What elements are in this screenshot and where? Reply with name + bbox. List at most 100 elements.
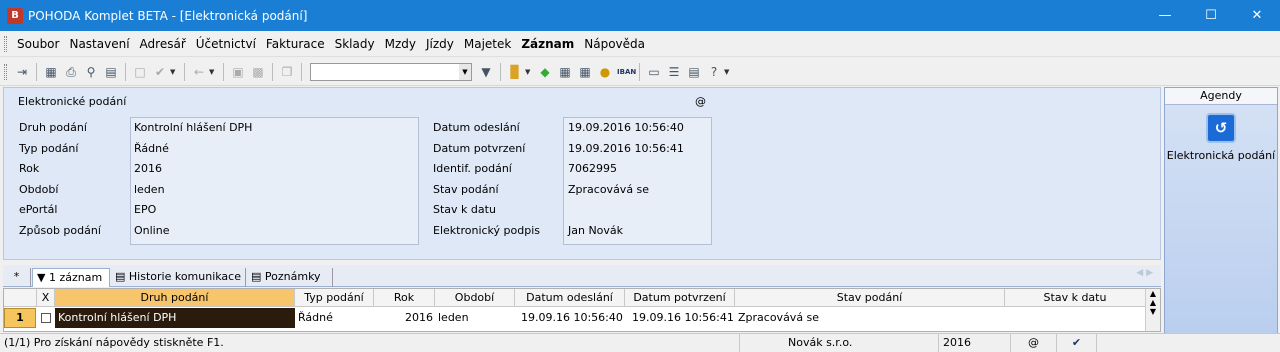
value-datum-odeslani[interactable]: 19.09.2016 10:56:40: [568, 121, 684, 134]
cell-stav-podani[interactable]: Zpracovává se: [738, 308, 819, 328]
agendy-item-label[interactable]: Elektronická podání: [1165, 149, 1277, 163]
menu-napoveda[interactable]: Nápověda: [579, 31, 650, 57]
note-icon[interactable]: ▤: [686, 64, 702, 80]
grid-header-corner: [4, 289, 37, 307]
iban-icon[interactable]: IBAN: [617, 64, 636, 80]
electronic-submission-icon[interactable]: ↺: [1206, 113, 1236, 143]
coins-icon[interactable]: ●: [597, 64, 613, 80]
help-dropdown-icon[interactable]: ▼: [724, 68, 732, 76]
grid-header-datum-odeslani[interactable]: Datum odeslání: [515, 289, 625, 307]
cell-datum-odeslani[interactable]: 19.09.16 10:56:40: [521, 308, 623, 328]
tab-records[interactable]: ▼ 1 záznam: [32, 268, 110, 287]
label-stav-k-datu: Stav k datu: [433, 203, 496, 216]
menu-mzdy[interactable]: Mzdy: [380, 31, 421, 57]
copy-icon[interactable]: ❐: [279, 64, 295, 80]
tab-history[interactable]: ▤ Historie komunikace: [111, 268, 246, 287]
print-icon[interactable]: ⎙: [63, 64, 79, 80]
left-values-box: [130, 117, 419, 245]
value-stav-podani[interactable]: Zpracovává se: [568, 183, 649, 196]
row-checkbox[interactable]: [41, 313, 51, 323]
calculator-icon[interactable]: ▦: [557, 64, 573, 80]
cell-obdobi[interactable]: leden: [438, 308, 469, 328]
open-icon[interactable]: ▦: [43, 64, 59, 80]
status-bar: (1/1) Pro získání nápovědy stiskněte F1.…: [0, 333, 1280, 352]
cell-datum-potvrzeni[interactable]: 19.09.16 10:56:41: [632, 308, 734, 328]
label-druh-podani: Druh podání: [19, 121, 87, 134]
confirm-dropdown-icon[interactable]: ▼: [170, 68, 178, 76]
save-all-icon[interactable]: ▩: [250, 64, 266, 80]
grid-header-obdobi[interactable]: Období: [435, 289, 515, 307]
pohoda-logo-icon: B: [7, 7, 23, 24]
notes-doc-icon: ▤: [251, 270, 265, 283]
menubar-grip[interactable]: [4, 35, 7, 52]
value-druh-podani[interactable]: Kontrolní hlášení DPH: [134, 121, 252, 134]
toolbar-separator: [223, 62, 224, 81]
menu-ucetnictvi[interactable]: Účetnictví: [191, 31, 261, 57]
menu-jizdy[interactable]: Jízdy: [421, 31, 459, 57]
toolbar-grip[interactable]: [4, 63, 7, 80]
menu-adresar[interactable]: Adresář: [135, 31, 191, 57]
status-year: 2016: [939, 334, 1011, 352]
menu-sklady[interactable]: Sklady: [330, 31, 380, 57]
value-rok[interactable]: 2016: [134, 162, 162, 175]
grid-header-typ-podani[interactable]: Typ podání: [295, 289, 374, 307]
grid-vertical-scrollbar[interactable]: ▲ ▲ ▼: [1145, 289, 1160, 331]
preview-icon[interactable]: ⚲: [83, 64, 99, 80]
scroll-down-icon[interactable]: ▼: [1146, 307, 1160, 316]
email-at-icon[interactable]: @: [695, 95, 706, 108]
minimize-button[interactable]: —: [1142, 0, 1188, 31]
label-identif-podani: Identif. podání: [433, 162, 512, 175]
tab-new-record[interactable]: *: [3, 268, 31, 287]
back-dropdown-icon[interactable]: ▼: [209, 68, 217, 76]
grid-header-stav-k-datu[interactable]: Stav k datu: [1005, 289, 1146, 307]
detail-panel: Elektronické podání @ Druh podání Typ po…: [3, 87, 1161, 260]
tab-notes[interactable]: ▤ Poznámky: [247, 268, 333, 287]
scroll-top-icon[interactable]: ▲: [1146, 289, 1160, 298]
tab-records-label: 1 záznam: [48, 271, 103, 284]
quick-search-combo[interactable]: ▼: [310, 62, 472, 81]
status-help-text: (1/1) Pro získání nápovědy stiskněte F1.: [0, 334, 740, 352]
label-rok: Rok: [19, 162, 40, 175]
combo-dropdown-icon[interactable]: ▼: [459, 63, 471, 80]
menu-zaznam[interactable]: Záznam: [516, 31, 579, 57]
message-icon[interactable]: ▭: [646, 64, 662, 80]
close-button[interactable]: ✕: [1234, 0, 1280, 31]
save-icon[interactable]: ▣: [230, 64, 246, 80]
list-icon[interactable]: ☰: [666, 64, 682, 80]
value-eportal[interactable]: EPO: [134, 203, 156, 216]
menu-fakturace[interactable]: Fakturace: [261, 31, 330, 57]
tab-scroll-arrows-icon[interactable]: ◀ ▶: [1136, 268, 1153, 278]
value-zpusob-podani[interactable]: Online: [134, 224, 169, 237]
folder-icon[interactable]: ▉: [507, 64, 523, 80]
grid-header-rok[interactable]: Rok: [374, 289, 435, 307]
row-number[interactable]: 1: [4, 308, 36, 328]
scroll-up-icon[interactable]: ▲: [1146, 298, 1160, 307]
confirm-icon[interactable]: ✔: [152, 64, 168, 80]
value-datum-potvrzeni[interactable]: 19.09.2016 10:56:41: [568, 142, 684, 155]
calculator-2-icon[interactable]: ▦: [577, 64, 593, 80]
cell-druh-podani[interactable]: Kontrolní hlášení DPH: [55, 308, 295, 328]
value-typ-podani[interactable]: Řádné: [134, 142, 169, 155]
back-icon[interactable]: ←: [191, 64, 207, 80]
menu-majetek[interactable]: Majetek: [459, 31, 516, 57]
cell-rok[interactable]: 2016: [374, 308, 433, 328]
value-obdobi[interactable]: leden: [134, 183, 165, 196]
folder-dropdown-icon[interactable]: ▼: [525, 68, 533, 76]
cell-typ-podani[interactable]: Řádné: [298, 308, 333, 328]
export-icon[interactable]: ▤: [103, 64, 119, 80]
eraser-icon[interactable]: ◆: [537, 64, 553, 80]
help-icon[interactable]: ?: [706, 64, 722, 80]
menu-soubor[interactable]: Soubor: [12, 31, 64, 57]
grid-header-datum-potvrzeni[interactable]: Datum potvrzení: [625, 289, 735, 307]
toolbar-separator: [125, 62, 126, 81]
grid-header-x[interactable]: X: [37, 289, 55, 307]
filter-icon[interactable]: ▼: [478, 64, 494, 80]
exit-icon[interactable]: ⇥: [14, 64, 30, 80]
menu-nastaveni[interactable]: Nastavení: [64, 31, 134, 57]
value-elektronicky-podpis[interactable]: Jan Novák: [568, 224, 623, 237]
grid-header-druh-podani[interactable]: Druh podání: [55, 289, 295, 307]
grid-header-stav-podani[interactable]: Stav podání: [735, 289, 1005, 307]
value-identif-podani[interactable]: 7062995: [568, 162, 617, 175]
maximize-button[interactable]: ☐: [1188, 0, 1234, 31]
new-record-icon[interactable]: □: [132, 64, 148, 80]
